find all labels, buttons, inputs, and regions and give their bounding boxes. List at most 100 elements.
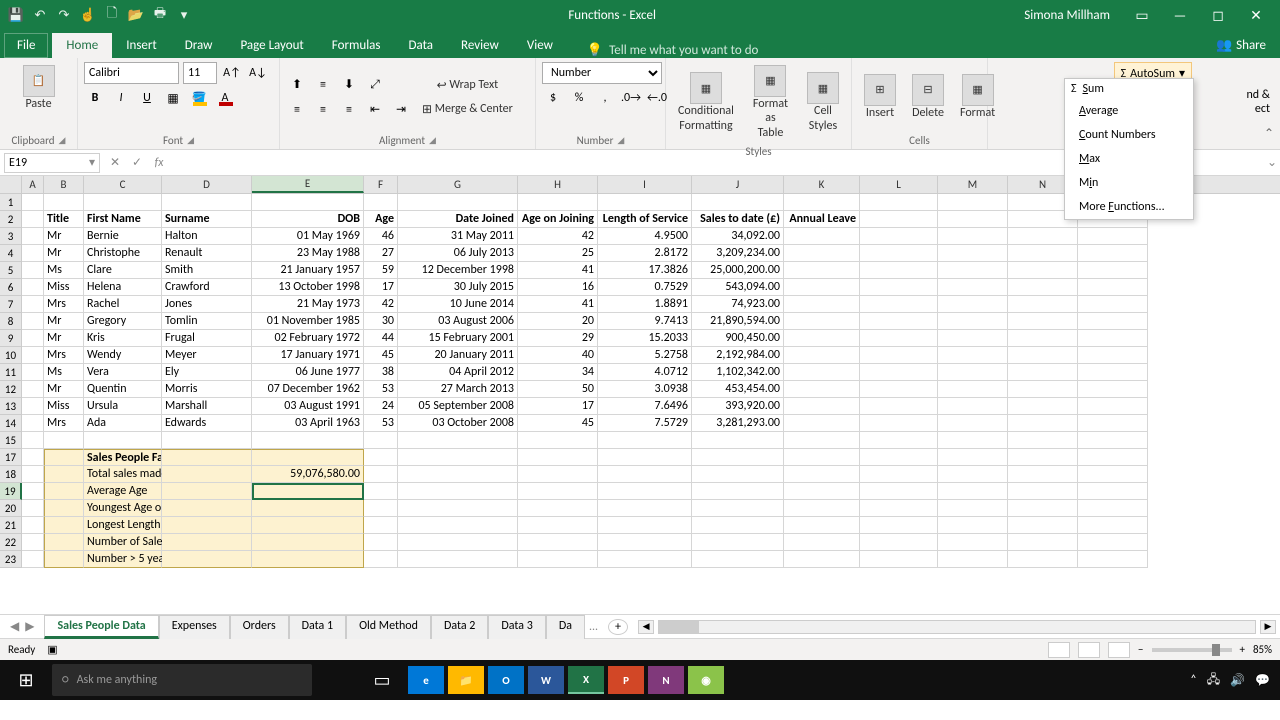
number-launcher-icon[interactable]: ◢ xyxy=(617,135,624,146)
scroll-right-button[interactable]: ▶ xyxy=(1260,620,1276,634)
cell[interactable] xyxy=(252,483,364,500)
cell[interactable] xyxy=(518,466,598,483)
cell[interactable] xyxy=(44,517,84,534)
cell[interactable] xyxy=(860,296,938,313)
horizontal-scrollbar[interactable] xyxy=(658,620,1256,634)
cell[interactable] xyxy=(518,432,598,449)
cell[interactable] xyxy=(364,466,398,483)
cell[interactable] xyxy=(938,228,1008,245)
word-app-icon[interactable]: W xyxy=(528,666,564,694)
italic-button[interactable]: I xyxy=(110,87,132,109)
cell[interactable] xyxy=(860,449,938,466)
cell[interactable] xyxy=(1008,296,1078,313)
cell[interactable] xyxy=(44,534,84,551)
row-header[interactable]: 22 xyxy=(0,534,22,551)
cell[interactable] xyxy=(44,483,84,500)
cell[interactable]: 53 xyxy=(364,415,398,432)
cell[interactable] xyxy=(22,330,44,347)
cell-styles-button[interactable]: ▦Cell Styles xyxy=(801,69,845,136)
cell[interactable]: 03 April 1963 xyxy=(252,415,364,432)
new-file-icon[interactable]: 🗋 xyxy=(104,7,120,23)
cell[interactable]: 03 August 1991 xyxy=(252,398,364,415)
cell[interactable]: Morris xyxy=(162,381,252,398)
cell[interactable] xyxy=(860,245,938,262)
delete-cells-button[interactable]: ⊟Delete xyxy=(906,71,950,123)
cell[interactable] xyxy=(22,466,44,483)
align-right-icon[interactable]: ≡ xyxy=(338,99,360,121)
cell[interactable] xyxy=(860,364,938,381)
sheet-tab[interactable]: Expenses xyxy=(159,615,230,639)
col-header[interactable]: K xyxy=(784,176,860,193)
cell[interactable]: 04 April 2012 xyxy=(398,364,518,381)
cell[interactable]: Mr xyxy=(44,330,84,347)
cell[interactable] xyxy=(1078,262,1148,279)
touch-mode-icon[interactable]: ☝ xyxy=(80,7,96,23)
font-color-icon[interactable]: A xyxy=(214,87,236,109)
align-top-icon[interactable]: ⬆ xyxy=(286,74,308,96)
page-break-view-button[interactable] xyxy=(1108,642,1130,658)
cell[interactable] xyxy=(692,483,784,500)
cell[interactable]: 30 xyxy=(364,313,398,330)
onenote-app-icon[interactable]: N xyxy=(648,666,684,694)
close-icon[interactable]: ✕ xyxy=(1242,5,1270,25)
cell[interactable] xyxy=(1008,364,1078,381)
borders-icon[interactable]: ▦ xyxy=(162,87,184,109)
tab-formulas[interactable]: Formulas xyxy=(318,33,395,58)
redo-icon[interactable]: ↷ xyxy=(56,7,72,23)
cell[interactable]: 23 May 1988 xyxy=(252,245,364,262)
cell[interactable]: 06 June 1977 xyxy=(252,364,364,381)
cell[interactable]: 543,094.00 xyxy=(692,279,784,296)
cell[interactable] xyxy=(860,279,938,296)
cell[interactable] xyxy=(784,381,860,398)
cell[interactable] xyxy=(938,296,1008,313)
cell[interactable] xyxy=(1008,228,1078,245)
cell[interactable] xyxy=(692,432,784,449)
cell[interactable]: Mr xyxy=(44,245,84,262)
cell[interactable]: 03 October 2008 xyxy=(398,415,518,432)
cell[interactable] xyxy=(860,194,938,211)
tab-insert[interactable]: Insert xyxy=(112,33,171,58)
cell[interactable]: 5.2758 xyxy=(598,347,692,364)
cell[interactable] xyxy=(162,551,252,568)
cell[interactable]: Ursula xyxy=(84,398,162,415)
cell[interactable]: Ely xyxy=(162,364,252,381)
cell[interactable] xyxy=(784,347,860,364)
cell[interactable] xyxy=(598,517,692,534)
cell[interactable]: Mrs xyxy=(44,415,84,432)
decrease-decimal-icon[interactable]: ←.0 xyxy=(646,87,668,109)
cell[interactable]: 3.0938 xyxy=(598,381,692,398)
cell[interactable] xyxy=(598,449,692,466)
row-header[interactable]: 2 xyxy=(0,211,22,228)
cell[interactable]: Kris xyxy=(84,330,162,347)
align-center-icon[interactable]: ≡ xyxy=(312,99,334,121)
cell[interactable] xyxy=(252,500,364,517)
find-select-button-partial[interactable]: nd & ect xyxy=(1246,88,1270,116)
cell[interactable]: 17 xyxy=(518,398,598,415)
autosum-sum-item[interactable]: Sum xyxy=(1083,82,1104,96)
cell[interactable] xyxy=(1078,313,1148,330)
align-middle-icon[interactable]: ≡ xyxy=(312,74,334,96)
cell[interactable] xyxy=(938,245,1008,262)
cancel-formula-icon[interactable]: ✕ xyxy=(104,152,126,174)
sheet-tab[interactable]: Old Method xyxy=(346,615,431,639)
cell[interactable] xyxy=(938,483,1008,500)
cell[interactable]: 03 August 2006 xyxy=(398,313,518,330)
row-header[interactable]: 13 xyxy=(0,398,22,415)
cell[interactable]: 46 xyxy=(364,228,398,245)
sheet-tab[interactable]: Orders xyxy=(230,615,289,639)
cell[interactable]: First Name xyxy=(84,211,162,228)
cell[interactable]: 44 xyxy=(364,330,398,347)
paste-button[interactable]: 📋 Paste xyxy=(17,62,61,114)
cell[interactable] xyxy=(1078,449,1148,466)
cell[interactable]: Age on Joining xyxy=(518,211,598,228)
increase-indent-icon[interactable]: ⇥ xyxy=(390,99,412,121)
cell[interactable] xyxy=(398,483,518,500)
comma-format-icon[interactable]: , xyxy=(594,87,616,109)
cell[interactable]: 900,450.00 xyxy=(692,330,784,347)
cell[interactable] xyxy=(692,194,784,211)
cell[interactable]: 17 January 1971 xyxy=(252,347,364,364)
tab-home[interactable]: Home xyxy=(52,33,112,58)
cell[interactable] xyxy=(398,500,518,517)
cell[interactable] xyxy=(938,432,1008,449)
cell[interactable]: 01 May 1969 xyxy=(252,228,364,245)
